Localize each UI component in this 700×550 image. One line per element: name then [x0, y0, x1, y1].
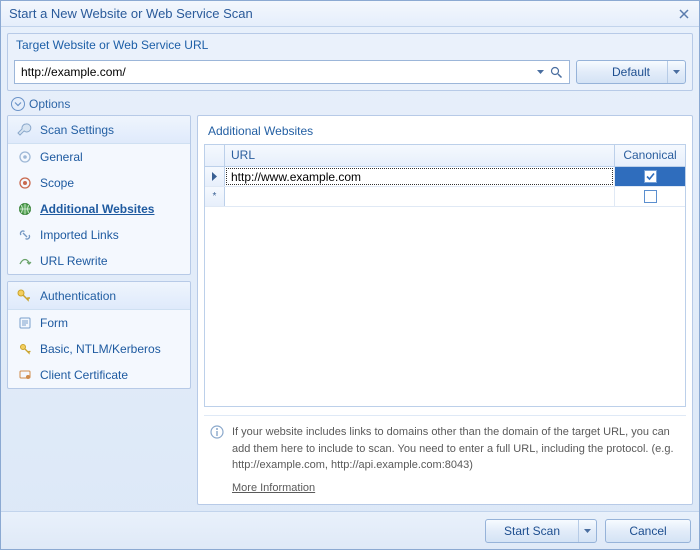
column-header-canonical[interactable]: Canonical: [615, 145, 685, 166]
asterisk-icon: *: [213, 191, 217, 202]
sidebar-item-label: Form: [40, 316, 68, 330]
chevron-down-icon: [14, 100, 22, 108]
url-cell[interactable]: [225, 167, 615, 186]
sidebar-item-label: General: [40, 150, 83, 164]
nav-header-authentication: Authentication: [8, 282, 190, 310]
link-icon: [18, 228, 32, 242]
url-cell-empty[interactable]: [225, 187, 615, 206]
sidebar-item-general[interactable]: General: [8, 144, 190, 170]
row-indicator-edit: [205, 167, 225, 186]
key-icon: [16, 288, 32, 304]
canonical-cell[interactable]: [615, 167, 685, 186]
target-url-input[interactable]: [21, 65, 533, 79]
search-icon: [550, 66, 563, 79]
start-scan-dropdown[interactable]: [578, 520, 596, 542]
sidebar-item-url-rewrite[interactable]: URL Rewrite: [8, 248, 190, 274]
default-profile-dropdown[interactable]: [667, 61, 685, 83]
sidebar-item-label: Basic, NTLM/Kerberos: [40, 342, 161, 356]
chevron-down-icon: [584, 529, 591, 533]
close-icon: [679, 9, 689, 19]
close-button[interactable]: [675, 5, 693, 23]
target-header: Target Website or Web Service URL: [8, 34, 692, 56]
url-dropdown-arrow[interactable]: [533, 61, 547, 83]
target-icon: [18, 176, 32, 190]
titlebar: Start a New Website or Web Service Scan: [1, 1, 699, 27]
sidebar-item-form[interactable]: Form: [8, 310, 190, 336]
table-row-new[interactable]: *: [205, 187, 685, 207]
cancel-label: Cancel: [629, 524, 666, 538]
dialog-window: Start a New Website or Web Service Scan …: [0, 0, 700, 550]
nav-group-scan-settings: Scan Settings General Scope Additional W…: [7, 115, 191, 275]
wrench-icon: [16, 122, 32, 138]
grid-header: URL Canonical: [205, 145, 685, 167]
info-icon: [210, 424, 224, 496]
form-icon: [18, 316, 32, 330]
column-header-url[interactable]: URL: [225, 145, 615, 166]
certificate-icon: [18, 368, 32, 382]
key-icon: [18, 342, 32, 356]
start-scan-button[interactable]: Start Scan: [485, 519, 597, 543]
grid-gutter-header: [205, 145, 225, 166]
target-section: Target Website or Web Service URL Defaul…: [7, 33, 693, 91]
sidebar-item-client-cert[interactable]: Client Certificate: [8, 362, 190, 388]
sidebar-item-label: Imported Links: [40, 228, 119, 242]
sidebar-item-basic-ntlm[interactable]: Basic, NTLM/Kerberos: [8, 336, 190, 362]
target-row: Default: [8, 56, 692, 90]
row-edit-icon: [211, 172, 218, 181]
sidebar-item-additional-websites[interactable]: Additional Websites: [8, 196, 190, 222]
search-icon-button[interactable]: [547, 61, 565, 83]
nav-header-label: Authentication: [40, 289, 116, 303]
url-cell-input[interactable]: [226, 168, 613, 185]
globe-icon: [18, 202, 32, 216]
canonical-checkbox[interactable]: [644, 170, 657, 183]
row-indicator-new: *: [205, 187, 225, 206]
info-text: If your website includes links to domain…: [232, 426, 674, 471]
main-panel: Additional Websites URL Canonical: [197, 115, 693, 505]
canonical-cell[interactable]: [615, 187, 685, 206]
info-text-wrap: If your website includes links to domain…: [232, 424, 680, 496]
sidebar-item-label: URL Rewrite: [40, 254, 108, 268]
nav-header-scan-settings: Scan Settings: [8, 116, 190, 144]
nav-group-authentication: Authentication Form Basic, NTLM/Kerberos…: [7, 281, 191, 389]
nav-header-label: Scan Settings: [40, 123, 114, 137]
default-profile-button[interactable]: Default: [576, 60, 686, 84]
start-scan-label: Start Scan: [504, 524, 560, 538]
websites-grid: URL Canonical: [204, 144, 686, 407]
panel-title: Additional Websites: [204, 122, 686, 144]
target-url-field[interactable]: [14, 60, 570, 84]
dialog-body: Scan Settings General Scope Additional W…: [1, 115, 699, 511]
sidebar-item-label: Additional Websites: [40, 202, 154, 216]
rewrite-icon: [18, 254, 32, 268]
options-expander[interactable]: Options: [1, 91, 699, 115]
sidebar: Scan Settings General Scope Additional W…: [7, 115, 191, 505]
sidebar-item-imported-links[interactable]: Imported Links: [8, 222, 190, 248]
sidebar-item-scope[interactable]: Scope: [8, 170, 190, 196]
more-information-link[interactable]: More Information: [232, 480, 315, 497]
options-label: Options: [29, 97, 70, 111]
window-title: Start a New Website or Web Service Scan: [9, 6, 675, 21]
dialog-footer: Start Scan Cancel: [1, 511, 699, 549]
sidebar-item-label: Scope: [40, 176, 74, 190]
sidebar-item-label: Client Certificate: [40, 368, 128, 382]
info-box: If your website includes links to domain…: [204, 415, 686, 498]
gear-icon: [18, 150, 32, 164]
check-icon: [646, 172, 655, 181]
cancel-button[interactable]: Cancel: [605, 519, 691, 543]
table-row[interactable]: [205, 167, 685, 187]
canonical-checkbox[interactable]: [644, 190, 657, 203]
chevron-down-icon: [673, 70, 680, 74]
default-profile-label: Default: [612, 65, 650, 79]
expander-toggle[interactable]: [11, 97, 25, 111]
chevron-down-icon: [537, 70, 544, 74]
grid-body: *: [205, 167, 685, 406]
